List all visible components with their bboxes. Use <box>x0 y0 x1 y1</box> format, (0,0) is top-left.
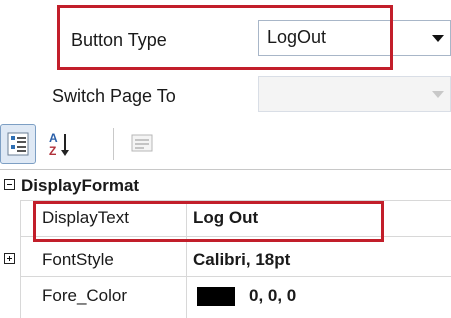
svg-text:Z: Z <box>49 144 56 158</box>
category-displayformat[interactable]: DisplayFormat <box>21 176 139 196</box>
categorized-icon <box>7 132 29 156</box>
chevron-down-icon[interactable] <box>432 35 444 42</box>
expand-icon[interactable] <box>4 253 15 264</box>
property-name-fore-color[interactable]: Fore_Color <box>42 286 127 306</box>
collapse-icon[interactable] <box>4 179 15 190</box>
chevron-down-icon[interactable] <box>432 91 444 98</box>
property-value-fore-color[interactable]: 0, 0, 0 <box>249 286 296 306</box>
toolbar-separator <box>113 128 114 160</box>
categorized-view-button[interactable] <box>0 124 36 164</box>
sort-az-icon: A Z <box>49 131 69 158</box>
switch-page-to-label: Switch Page To <box>52 86 176 106</box>
property-name-fontstyle[interactable]: FontStyle <box>42 250 114 270</box>
alphabetical-sort-button[interactable]: A Z <box>40 124 76 164</box>
row-divider <box>20 276 451 277</box>
property-pages-button[interactable] <box>124 124 160 164</box>
color-swatch <box>197 287 235 306</box>
grid-left-gutter-line <box>20 200 21 318</box>
property-value-fontstyle[interactable]: Calibri, 18pt <box>193 250 290 270</box>
highlight-displaytext <box>33 201 384 242</box>
property-pages-icon <box>131 134 153 152</box>
switch-page-to-dropdown[interactable] <box>258 76 451 112</box>
grid-top-border <box>0 169 451 170</box>
highlight-button-type <box>57 5 393 70</box>
svg-text:A: A <box>49 131 58 145</box>
